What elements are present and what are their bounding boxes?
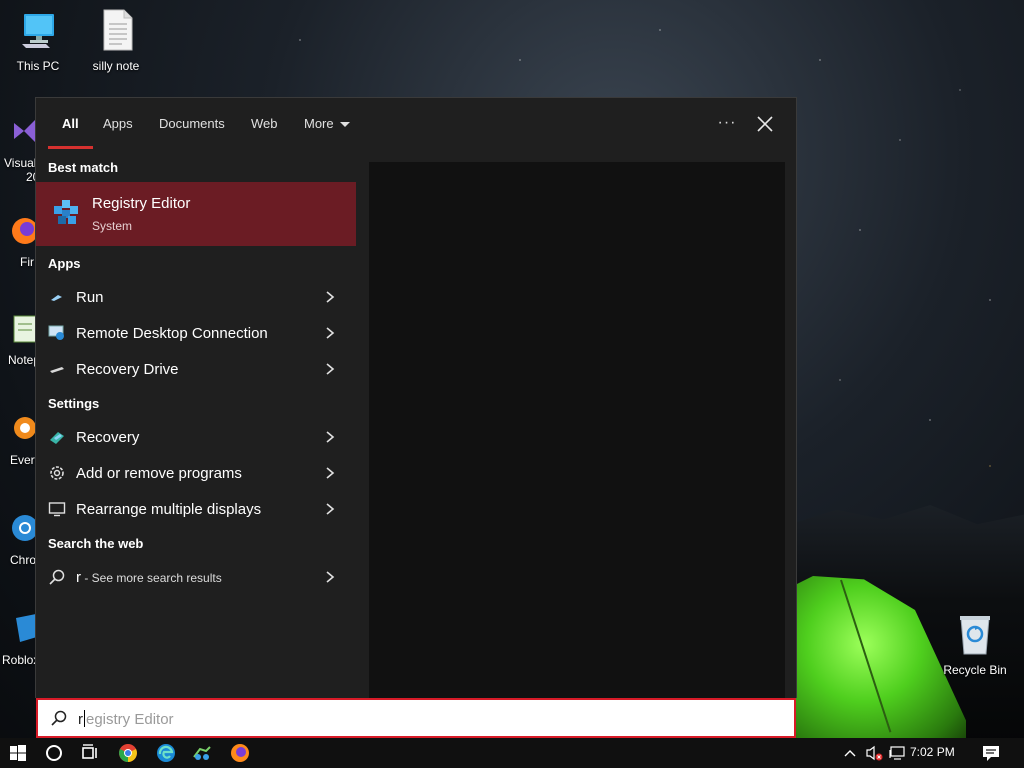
desktop-icon-visual-studio[interactable]: Visual 20: [0, 115, 36, 184]
desktop-icon-chrome[interactable]: Chro: [0, 512, 36, 567]
tab-more-label: More: [304, 116, 334, 131]
desktop-icon-label: Notep: [8, 353, 36, 367]
tab-all[interactable]: All: [48, 98, 92, 150]
search-icon: [51, 710, 67, 726]
chevron-down-icon: [339, 122, 350, 128]
edge-icon[interactable]: [154, 741, 178, 765]
search-icon: [49, 569, 65, 585]
registry-editor-icon: [54, 200, 78, 224]
search-typed-text: r: [78, 711, 83, 728]
result-item-run[interactable]: Run: [36, 279, 356, 315]
recovery-drive-icon: [50, 367, 64, 373]
taskbar: 7:02 PM: [0, 738, 1024, 768]
result-item-label: Add or remove programs: [76, 465, 242, 482]
network-icon[interactable]: [888, 738, 908, 768]
roblox-icon: [16, 614, 36, 642]
chrome-icon: [12, 515, 36, 541]
result-item-label: Rearrange multiple displays: [76, 501, 262, 518]
task-view-icon[interactable]: [78, 741, 102, 765]
tab-web[interactable]: Web: [251, 98, 278, 150]
tab-more[interactable]: More: [304, 98, 350, 150]
desktop-icon-label: Chro: [10, 553, 36, 567]
firefox-icon: [12, 218, 36, 244]
notifications-icon[interactable]: [980, 738, 1002, 768]
desktop-icon-silly-note[interactable]: silly note: [78, 8, 154, 73]
desktop-icon-recycle-bin[interactable]: Recycle Bin: [937, 612, 1013, 677]
section-heading-apps: Apps: [48, 256, 81, 271]
desktop-icon-label: silly note: [92, 59, 140, 73]
desktop-icon-label: Roblox: [2, 653, 36, 667]
result-item-label: Remote Desktop Connection: [76, 325, 268, 342]
chevron-right-icon[interactable]: [324, 290, 336, 304]
recycle-bin-icon: [960, 616, 990, 655]
desktop-icon-label: This PC: [16, 59, 60, 73]
everything-icon: [14, 417, 36, 439]
desktop-icon-label: Visual: [4, 156, 36, 170]
desktop-icon-notepad[interactable]: Notep: [0, 312, 36, 367]
search-input[interactable]: r egistry Editor: [36, 698, 796, 738]
gear-icon: [50, 466, 64, 480]
section-heading-settings: Settings: [48, 396, 100, 411]
section-heading-best-match: Best match: [48, 160, 119, 175]
chevron-right-icon[interactable]: [324, 466, 336, 480]
this-pc-icon: [22, 14, 54, 48]
result-item-label: Recovery: [76, 429, 140, 446]
monitor-icon: [48, 502, 66, 517]
chevron-up-icon[interactable]: [842, 738, 858, 768]
tab-documents[interactable]: Documents: [159, 98, 225, 150]
result-item-recovery-drive[interactable]: Recovery Drive: [36, 351, 356, 387]
remote-desktop-icon: [48, 325, 64, 340]
run-icon: [51, 295, 62, 301]
best-match-title: Registry Editor: [92, 195, 191, 212]
close-icon[interactable]: [751, 110, 779, 138]
recovery-icon: [50, 432, 64, 444]
web-search-suffix: - See more search results: [81, 571, 222, 585]
section-heading-search-the-web: Search the web: [48, 536, 144, 551]
result-item-add-or-remove-programs[interactable]: Add or remove programs: [36, 455, 356, 491]
desktop-icon-this-pc[interactable]: This PC: [0, 8, 76, 73]
desktop-icon-label: Fir: [20, 255, 34, 269]
tab-apps[interactable]: Apps: [103, 98, 133, 150]
chevron-right-icon[interactable]: [324, 570, 336, 584]
desktop-icon-firefox[interactable]: Fir: [0, 214, 36, 269]
start-search-panel: All Apps Documents Web More ··· Best mat…: [35, 97, 797, 699]
more-options-button[interactable]: ···: [713, 110, 741, 138]
result-item-web-search[interactable]: r - See more search results: [36, 559, 356, 595]
taskbar-clock[interactable]: 7:02 PM: [910, 745, 955, 759]
firefox-icon[interactable]: [228, 741, 252, 765]
search-input-text: r egistry Editor: [78, 710, 174, 728]
chevron-right-icon[interactable]: [324, 326, 336, 340]
desktop-icon-roblox[interactable]: Roblox: [0, 612, 36, 667]
pinned-app-icon[interactable]: [190, 741, 214, 765]
result-item-recovery[interactable]: Recovery: [36, 419, 356, 455]
windows-start-icon[interactable]: [6, 741, 30, 765]
result-item-remote-desktop-connection[interactable]: Remote Desktop Connection: [36, 315, 356, 351]
text-file-icon: [103, 9, 133, 51]
cortana-icon[interactable]: [42, 741, 66, 765]
volume-muted-icon[interactable]: [864, 738, 884, 768]
desktop-icon-label: Every: [10, 453, 36, 467]
preview-pane: [369, 162, 785, 699]
chrome-icon[interactable]: [116, 741, 140, 765]
best-match-result[interactable]: Registry Editor System: [36, 182, 356, 246]
desktop-icon-everything[interactable]: Every: [0, 412, 36, 467]
result-item-label: Recovery Drive: [76, 361, 179, 378]
visual-studio-icon: [14, 119, 36, 143]
chevron-right-icon[interactable]: [324, 502, 336, 516]
result-item-rearrange-multiple-displays[interactable]: Rearrange multiple displays: [36, 491, 356, 527]
search-tabs: All Apps Documents Web More ···: [36, 98, 796, 150]
chevron-right-icon[interactable]: [324, 430, 336, 444]
chevron-right-icon[interactable]: [324, 362, 336, 376]
search-autocomplete-hint: egistry Editor: [86, 711, 174, 728]
result-item-label: Run: [76, 289, 104, 306]
desktop-icon-label: Recycle Bin: [943, 663, 1007, 677]
notepad-icon: [13, 315, 36, 343]
web-search-label: r - See more search results: [76, 569, 222, 586]
text-cursor: [84, 710, 85, 727]
best-match-subtitle: System: [92, 219, 133, 233]
